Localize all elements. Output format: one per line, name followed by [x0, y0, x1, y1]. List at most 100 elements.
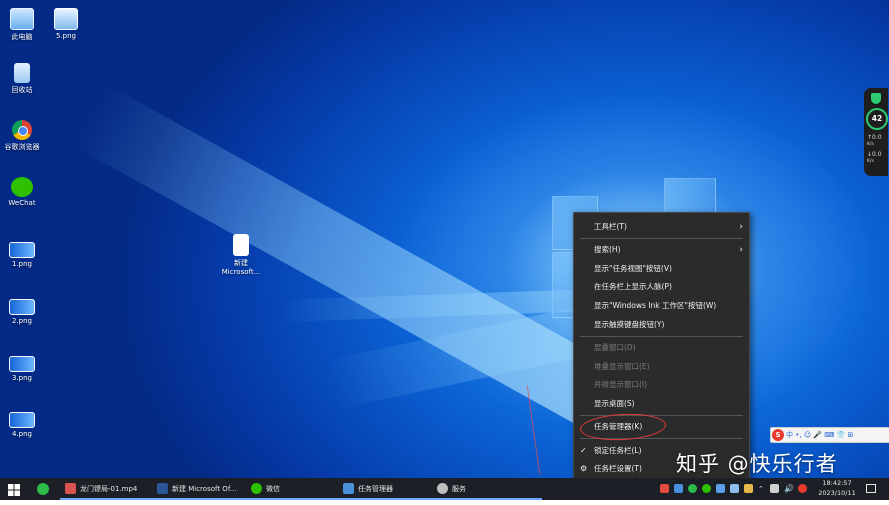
desktop-icon-label: 4.png: [11, 430, 32, 438]
taskbar: 龙门镖局-01.mp4 新建 Microsoft Of... 微信 任务管理器 …: [0, 478, 889, 500]
menu-item-search[interactable]: 搜索(H) ›: [574, 242, 749, 258]
tray-app-icon[interactable]: [744, 484, 753, 493]
clock-date: 2023/10/11: [818, 489, 856, 497]
menu-item-side-by-side: 并排显示窗口(I): [574, 377, 749, 393]
windows-logo-icon: [8, 484, 20, 496]
menu-item-cascade: 层叠窗口(D): [574, 340, 749, 356]
task-manager-icon: [343, 483, 354, 494]
wechat-icon: [11, 177, 33, 197]
tray-app-icon[interactable]: [688, 484, 697, 493]
desktop-icon-label: 谷歌浏览器: [4, 143, 40, 151]
ime-icon[interactable]: [798, 484, 807, 493]
video-icon: [65, 483, 76, 494]
download-unit: K/s: [867, 159, 874, 164]
score-ring: 42: [866, 108, 888, 130]
image-file-icon: [9, 299, 35, 315]
taskbar-item-label: 新建 Microsoft Of...: [172, 485, 237, 493]
desktop-icon-label: 5.png: [55, 32, 76, 40]
menu-item-windows-ink[interactable]: 显示"Windows Ink 工作区"按钮(W): [574, 298, 749, 314]
chevron-up-icon[interactable]: ⌃: [758, 478, 764, 500]
desktop-icon-chrome[interactable]: 谷歌浏览器: [0, 120, 44, 152]
desktop-icon-2-png[interactable]: 2.png: [0, 299, 44, 325]
desktop-icon-label: WeChat: [8, 199, 36, 207]
volume-icon[interactable]: 🔊: [784, 478, 794, 500]
desktop-icon-3-png[interactable]: 3.png: [0, 356, 44, 382]
menu-item-label: 堆叠显示窗口(E): [594, 362, 650, 371]
upload-unit: K/s: [867, 142, 874, 147]
menu-item-label: 显示"Windows Ink 工作区"按钮(W): [594, 301, 717, 310]
menu-item-show-people[interactable]: 在任务栏上显示人脉(P): [574, 279, 749, 295]
image-file-icon: [9, 412, 35, 428]
desktop: 此电脑 5.png 回收站 谷歌浏览器 WeChat 1.png 2.png 3…: [0, 0, 889, 478]
taskbar-item-label: 任务管理器: [358, 485, 393, 493]
download-value: 0.0: [872, 151, 882, 158]
sogou-logo-icon: S: [772, 429, 784, 441]
taskbar-item-label: 龙门镖局-01.mp4: [80, 485, 138, 493]
menu-item-touch-keyboard[interactable]: 显示触摸键盘按钮(Y): [574, 317, 749, 333]
menu-item-label: 锁定任务栏(L): [594, 446, 642, 455]
menu-item-label: 搜索(H): [594, 245, 621, 254]
desktop-icon-4-png[interactable]: 4.png: [0, 412, 44, 438]
computer-icon: [10, 8, 34, 30]
menu-item-label: 显示"任务视图"按钮(V): [594, 264, 672, 273]
menu-item-label: 显示桌面(S): [594, 399, 635, 408]
windows-start-button[interactable]: [8, 483, 20, 496]
chevron-right-icon: ›: [739, 245, 743, 255]
menu-item-label: 工具栏(T): [594, 222, 627, 231]
download-speed: ↓0.0: [867, 151, 882, 158]
menu-item-label: 层叠窗口(D): [594, 343, 636, 352]
menu-item-label: 在任务栏上显示人脉(P): [594, 282, 672, 291]
image-file-icon: [9, 242, 35, 258]
shield-icon[interactable]: [674, 484, 683, 493]
wechat-icon: [251, 483, 262, 494]
taskbar-item-services[interactable]: 服务: [432, 478, 542, 500]
menu-item-show-desktop[interactable]: 显示桌面(S): [574, 396, 749, 412]
menu-item-label: 任务栏设置(T): [594, 464, 642, 473]
ime-mode[interactable]: 中: [786, 431, 793, 439]
clock-time: 18:42:57: [822, 479, 852, 487]
window-pane: [664, 178, 716, 216]
desktop-icon-label: 此电脑: [11, 33, 33, 41]
taskbar-item-label: 服务: [452, 485, 466, 493]
menu-item-show-task-view[interactable]: 显示"任务视图"按钮(V): [574, 261, 749, 277]
ime-symbols[interactable]: •, ☺ 🎤 ⌨ 👕 ⊞: [795, 431, 853, 439]
menu-separator: [580, 238, 743, 239]
chevron-right-icon: ›: [739, 222, 743, 232]
desktop-icon-label: 3.png: [11, 374, 32, 382]
menu-separator: [580, 336, 743, 337]
network-icon[interactable]: [770, 484, 779, 493]
ime-toolbar[interactable]: S中 •, ☺ 🎤 ⌨ 👕 ⊞: [770, 427, 889, 443]
word-icon: [157, 483, 168, 494]
upload-value: 0.0: [872, 134, 882, 141]
watermark: 知乎 @快乐行者: [676, 452, 838, 476]
document-icon: [233, 234, 249, 256]
desktop-icon-wechat[interactable]: WeChat: [0, 177, 44, 207]
image-file-icon: [54, 8, 78, 30]
upload-speed: ↑0.0: [867, 134, 882, 141]
desktop-icon-label: 回收站: [11, 86, 33, 94]
wechat-icon[interactable]: [702, 484, 711, 493]
pinned-app-icon[interactable]: [37, 483, 49, 495]
image-file-icon: [9, 356, 35, 372]
desktop-icon-5-png[interactable]: 5.png: [44, 8, 88, 40]
taskbar-item-label: 微信: [266, 485, 280, 493]
tray-app-icon[interactable]: [730, 484, 739, 493]
tray-app-icon[interactable]: [660, 484, 669, 493]
menu-item-toolbars[interactable]: 工具栏(T) ›: [574, 219, 749, 235]
clock[interactable]: 18:42:57 2023/10/11: [816, 478, 858, 500]
monitor-widget[interactable]: 42 ↑0.0 K/s ↓0.0 K/s: [864, 88, 888, 176]
desktop-icon-recycle-bin[interactable]: 回收站: [0, 63, 44, 95]
desktop-icon-1-png[interactable]: 1.png: [0, 242, 44, 268]
desktop-icon-label-line2: Microsoft...: [221, 268, 261, 276]
checkmark-icon: ✓: [580, 446, 587, 455]
shield-icon: [871, 93, 881, 104]
desktop-icon-this-pc[interactable]: 此电脑: [0, 8, 44, 42]
services-icon: [437, 483, 448, 494]
notification-icon[interactable]: [866, 484, 876, 493]
menu-item-label: 显示触摸键盘按钮(Y): [594, 320, 665, 329]
desktop-icon-new-word-doc[interactable]: 新建 Microsoft...: [219, 234, 263, 276]
menu-item-label: 并排显示窗口(I): [594, 380, 648, 389]
recycle-bin-icon: [14, 63, 30, 83]
tray-app-icon[interactable]: [716, 484, 725, 493]
desktop-icon-label: 1.png: [11, 260, 32, 268]
